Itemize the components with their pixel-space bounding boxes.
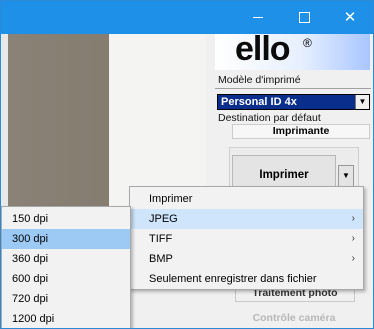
chevron-right-icon: › <box>351 233 355 244</box>
print-context-menu: Imprimer JPEG › TIFF › BMP › Seulement e… <box>129 186 364 290</box>
title-bar: ✕ <box>1 1 373 34</box>
dpi-option-1200[interactable]: 1200 dpi <box>2 309 130 328</box>
print-options-button[interactable]: ▼ <box>338 165 354 187</box>
app-window: ✕ ello ® Modèle d'imprimé Personal ID 4x… <box>0 0 374 329</box>
menu-item-tiff[interactable]: TIFF › <box>130 229 363 249</box>
menu-item-label: Imprimer <box>149 193 193 205</box>
close-button[interactable]: ✕ <box>327 1 373 34</box>
dpi-option-600[interactable]: 600 dpi <box>2 269 130 289</box>
menu-item-label: Seulement enregistrer dans fichier <box>149 273 317 285</box>
logo-banner: ello ® <box>215 30 370 70</box>
chevron-down-icon[interactable]: ▼ <box>355 95 369 109</box>
menu-item-label: BMP <box>149 253 173 265</box>
divider <box>215 88 371 89</box>
registered-mark: ® <box>303 36 312 50</box>
menu-item-label: TIFF <box>149 233 173 245</box>
menu-item-jpeg[interactable]: JPEG › <box>130 209 363 229</box>
menu-item-bmp[interactable]: BMP › <box>130 249 363 269</box>
chevron-right-icon: › <box>351 213 355 224</box>
menu-item-imprimer[interactable]: Imprimer <box>130 189 363 209</box>
camera-control-button: Contrôle caméra <box>252 312 336 324</box>
close-icon: ✕ <box>343 8 357 26</box>
dpi-option-360[interactable]: 360 dpi <box>2 249 130 269</box>
menu-item-save-only[interactable]: Seulement enregistrer dans fichier <box>130 269 363 289</box>
ello-logo: ello <box>235 30 291 68</box>
maximize-icon <box>298 12 310 23</box>
menu-item-label: JPEG <box>149 213 178 225</box>
minimize-icon <box>253 17 263 18</box>
chevron-right-icon: › <box>351 253 355 264</box>
model-label: Modèle d'imprimé <box>218 74 301 86</box>
model-select-value: Personal ID 4x <box>221 96 297 108</box>
dpi-option-720[interactable]: 720 dpi <box>2 289 130 309</box>
dpi-submenu: 150 dpi 300 dpi 360 dpi 600 dpi 720 dpi … <box>1 206 131 328</box>
destination-label: Destination par défaut <box>218 112 321 124</box>
destination-value: Imprimante <box>232 124 370 139</box>
model-select[interactable]: Personal ID 4x ▼ <box>217 94 370 110</box>
chevron-down-icon: ▼ <box>342 171 350 180</box>
dpi-option-150[interactable]: 150 dpi <box>2 209 130 229</box>
dpi-option-300[interactable]: 300 dpi <box>2 229 130 249</box>
